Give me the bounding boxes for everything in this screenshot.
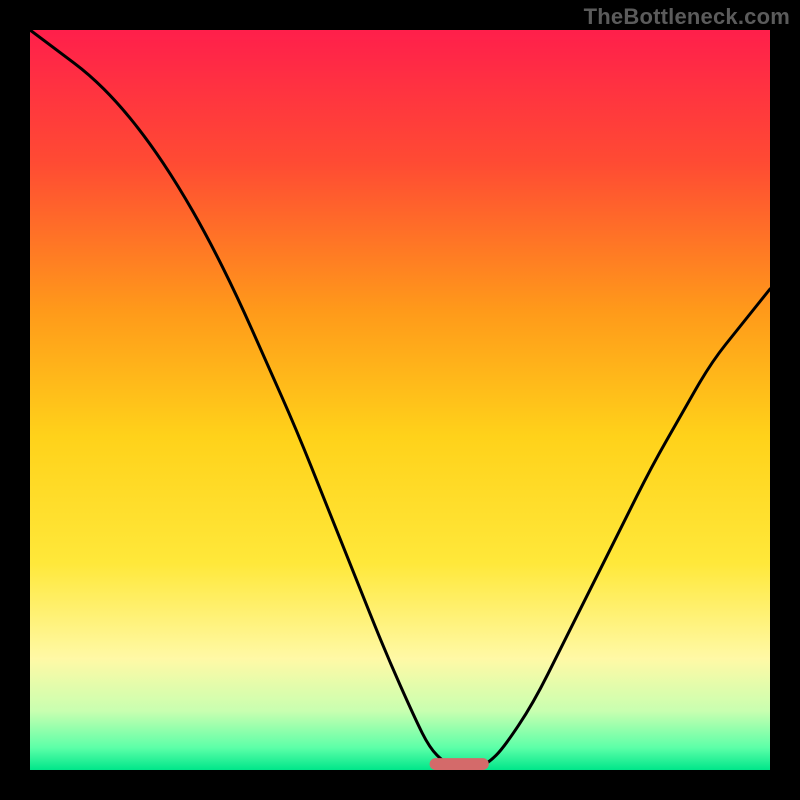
bottleneck-chart — [30, 30, 770, 770]
gradient-background — [30, 30, 770, 770]
chart-frame: TheBottleneck.com — [0, 0, 800, 800]
plot-area — [30, 30, 770, 770]
optimum-marker — [430, 758, 489, 770]
watermark-text: TheBottleneck.com — [584, 4, 790, 30]
